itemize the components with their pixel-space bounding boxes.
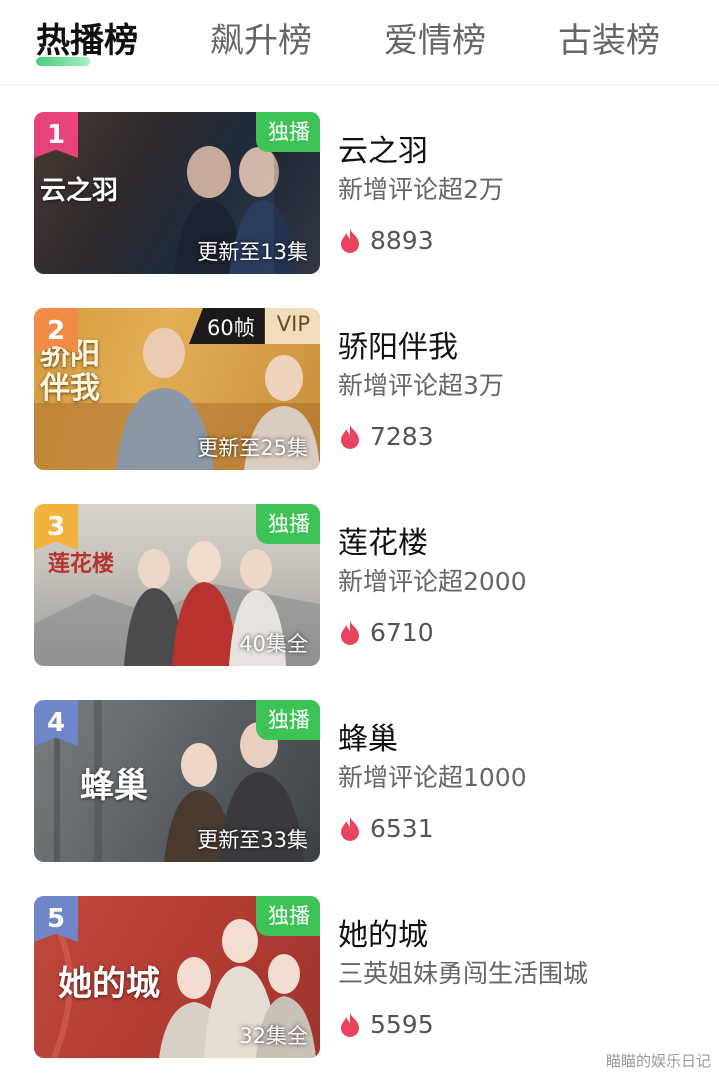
heat-value: 8893 (370, 226, 434, 255)
heat-score: 7283 (338, 422, 434, 451)
exclusive-badge: 独播 (256, 112, 320, 152)
poster-thumbnail[interactable]: 她的城 5 独播 32集全 (34, 896, 320, 1058)
tab-rising[interactable]: 飙升榜 (210, 20, 312, 62)
heat-score: 5595 (338, 1010, 434, 1039)
flame-icon (341, 424, 359, 449)
flame-icon (341, 228, 359, 253)
flame-icon (341, 816, 359, 841)
poster-thumbnail[interactable]: 莲花楼 3 独播 40集全 (34, 504, 320, 666)
list-item[interactable]: 骄阳伴我 2 60帧 VIP 更新至25集 骄阳伴我 新增评论超3万 7283 (0, 308, 719, 472)
watermark: 瞄瞄的娱乐日记 (605, 1052, 711, 1070)
show-logo: 莲花楼 (48, 551, 115, 577)
show-logo: 蜂巢 (80, 766, 148, 806)
vip-label: VIP (264, 308, 320, 344)
show-subtitle: 三英姐妹勇闯生活围城 (338, 959, 589, 988)
list-item[interactable]: 她的城 5 独播 32集全 她的城 三英姐妹勇闯生活围城 5595 (0, 896, 719, 1060)
flame-icon (341, 1012, 359, 1037)
exclusive-badge: 独播 (256, 896, 320, 936)
tab-costume[interactable]: 古装榜 (558, 20, 660, 62)
show-subtitle: 新增评论超2000 (338, 567, 527, 596)
show-subtitle: 新增评论超3万 (338, 371, 504, 400)
episode-status: 32集全 (239, 1024, 308, 1048)
heat-score: 8893 (338, 226, 434, 255)
list-item[interactable]: 云之羽 1 独播 更新至13集 云之羽 新增评论超2万 8893 (0, 112, 719, 276)
tab-hot[interactable]: 热播榜 (36, 20, 138, 62)
heat-value: 6531 (370, 814, 434, 843)
show-title[interactable]: 她的城 (338, 910, 428, 954)
show-title[interactable]: 莲花楼 (338, 518, 428, 562)
vip-badge: 60帧 VIP (189, 308, 320, 344)
episode-status: 更新至13集 (197, 240, 308, 264)
episode-status: 更新至33集 (197, 828, 308, 852)
poster-thumbnail[interactable]: 云之羽 1 独播 更新至13集 (34, 112, 320, 274)
show-logo: 骄阳伴我 (40, 337, 100, 406)
show-logo: 她的城 (58, 964, 160, 1004)
active-tab-indicator (36, 57, 90, 66)
poster-thumbnail[interactable]: 蜂巢 4 独播 更新至33集 (34, 700, 320, 862)
tab-romance[interactable]: 爱情榜 (384, 20, 486, 62)
flame-icon (341, 620, 359, 645)
heat-score: 6531 (338, 814, 434, 843)
show-subtitle: 新增评论超1000 (338, 763, 527, 792)
heat-value: 5595 (370, 1010, 434, 1039)
heat-value: 7283 (370, 422, 434, 451)
show-title[interactable]: 蜂巢 (338, 714, 398, 758)
list-item[interactable]: 莲花楼 3 独播 40集全 莲花楼 新增评论超2000 6710 (0, 504, 719, 668)
fps-label: 60帧 (189, 308, 265, 344)
show-title[interactable]: 云之羽 (338, 126, 428, 170)
heat-value: 6710 (370, 618, 434, 647)
ranking-tabs: 热播榜 飙升榜 爱情榜 古装榜 (0, 0, 719, 85)
poster-thumbnail[interactable]: 骄阳伴我 2 60帧 VIP 更新至25集 (34, 308, 320, 470)
list-item[interactable]: 蜂巢 4 独播 更新至33集 蜂巢 新增评论超1000 6531 (0, 700, 719, 864)
heat-score: 6710 (338, 618, 434, 647)
show-title[interactable]: 骄阳伴我 (338, 322, 458, 366)
show-subtitle: 新增评论超2万 (338, 175, 504, 204)
exclusive-badge: 独播 (256, 700, 320, 740)
exclusive-badge: 独播 (256, 504, 320, 544)
episode-status: 40集全 (239, 632, 308, 656)
episode-status: 更新至25集 (197, 436, 308, 460)
show-logo: 云之羽 (40, 176, 119, 206)
